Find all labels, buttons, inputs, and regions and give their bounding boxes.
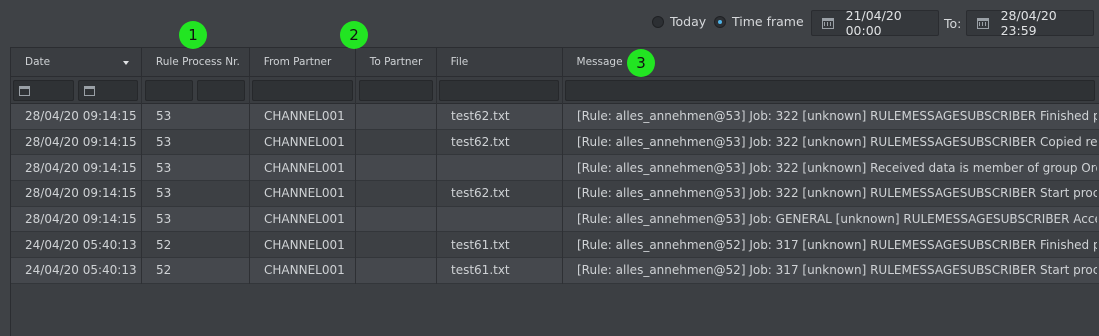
- cell-message: [Rule: alles_annehmen@53] Job: 322 [unkn…: [577, 186, 1097, 201]
- cell-date: 28/04/20 09:14:15: [25, 160, 137, 175]
- column-divider: [562, 77, 563, 284]
- date-from-filter[interactable]: [13, 80, 74, 101]
- cell-to-partner: [370, 155, 432, 180]
- cell-date: 28/04/20 09:14:15: [25, 135, 137, 150]
- cell-file: [451, 155, 559, 180]
- cell-from-partner: CHANNEL001: [264, 212, 345, 227]
- rule-from-filter[interactable]: [145, 80, 193, 101]
- cell-to-partner: [370, 104, 432, 129]
- to-partner-filter[interactable]: [359, 80, 433, 101]
- date-to-filter[interactable]: [78, 80, 138, 101]
- cell-from-partner: CHANNEL001: [264, 263, 345, 278]
- log-table: Date Rule Process Nr. From Partner To Pa…: [10, 47, 1099, 336]
- cell-from-partner: CHANNEL001: [264, 135, 345, 150]
- annotation-badge-1: 1: [179, 21, 207, 49]
- column-divider: [436, 77, 437, 284]
- radio-unchecked-icon: [652, 15, 664, 28]
- table-header: Date Rule Process Nr. From Partner To Pa…: [11, 47, 1099, 77]
- cell-rule-process: 53: [156, 212, 172, 227]
- column-header-to-partner[interactable]: To Partner: [356, 48, 437, 76]
- cell-from-partner: CHANNEL001: [264, 109, 345, 124]
- cell-from-partner: CHANNEL001: [264, 186, 345, 201]
- cell-to-partner: [370, 130, 432, 155]
- cell-message: [Rule: alles_annehmen@53] Job: 322 [unkn…: [577, 160, 1097, 175]
- cell-date: 28/04/20 09:14:15: [25, 109, 137, 124]
- table-row[interactable]: 28/04/20 09:14:15 53 CHANNEL001 [Rule: alle…: [11, 155, 1099, 182]
- today-radio[interactable]: Today: [652, 14, 706, 29]
- cell-to-partner: [370, 207, 432, 232]
- cell-message: [Rule: alles_annehmen@53] Job: GENERAL […: [577, 212, 1097, 227]
- column-header-from-partner[interactable]: From Partner: [250, 48, 356, 76]
- cell-from-partner: CHANNEL001: [264, 237, 345, 252]
- column-divider: [141, 77, 142, 284]
- column-header-file[interactable]: File: [437, 48, 563, 76]
- cell-date: 24/04/20 05:40:13: [25, 237, 137, 252]
- cell-message: [Rule: alles_annehmen@53] Job: 322 [unkn…: [577, 109, 1097, 124]
- cell-date: 28/04/20 09:14:15: [25, 186, 137, 201]
- time-filter-bar: Today Time frame 21/04/20 00:00 To: 28/0…: [0, 0, 1099, 47]
- cell-file: test61.txt: [451, 263, 510, 278]
- message-filter[interactable]: [565, 80, 1095, 101]
- rule-to-filter[interactable]: [197, 80, 245, 101]
- table-body: 28/04/20 09:14:15 53 CHANNEL001 test62.txt […: [11, 104, 1099, 284]
- cell-rule-process: 53: [156, 109, 172, 124]
- column-header-rule-process[interactable]: Rule Process Nr.: [142, 48, 250, 76]
- timeframe-radio[interactable]: Time frame: [714, 14, 804, 29]
- column-divider: [355, 77, 356, 284]
- table-row[interactable]: 28/04/20 09:14:15 53 CHANNEL001 test62.txt […: [11, 181, 1099, 207]
- cell-file: test62.txt: [451, 186, 510, 201]
- cell-rule-process: 52: [156, 237, 172, 252]
- calendar-icon[interactable]: [822, 17, 834, 29]
- cell-from-partner: CHANNEL001: [264, 160, 345, 175]
- sort-desc-icon[interactable]: [122, 61, 129, 65]
- cell-date: 24/04/20 05:40:13: [25, 263, 137, 278]
- to-date-value: 28/04/20 23:59: [1000, 8, 1057, 38]
- cell-file: test62.txt: [451, 135, 510, 150]
- cell-to-partner: [370, 181, 432, 206]
- today-label: Today: [670, 14, 707, 29]
- cell-file: test61.txt: [451, 237, 510, 252]
- cell-rule-process: 53: [156, 160, 172, 175]
- cell-message: [Rule: alles_annehmen@52] Job: 317 [unkn…: [577, 263, 1097, 278]
- calendar-icon[interactable]: [84, 86, 95, 96]
- from-date-field[interactable]: 21/04/20 00:00: [811, 8, 939, 38]
- from-partner-filter[interactable]: [252, 80, 353, 101]
- cell-message: [Rule: alles_annehmen@52] Job: 317 [unkn…: [577, 237, 1097, 252]
- file-filter[interactable]: [439, 80, 559, 101]
- calendar-icon[interactable]: [19, 86, 30, 96]
- calendar-icon[interactable]: [977, 17, 989, 29]
- to-label: To:: [944, 16, 962, 31]
- timeframe-label: Time frame: [732, 14, 804, 29]
- table-row[interactable]: 28/04/20 09:14:15 53 CHANNEL001 test62.txt […: [11, 104, 1099, 130]
- annotation-badge-2: 2: [340, 21, 368, 49]
- cell-message: [Rule: alles_annehmen@53] Job: 322 [unkn…: [577, 135, 1097, 150]
- column-divider: [249, 77, 250, 284]
- annotation-badge-3: 3: [627, 49, 655, 77]
- to-date-field[interactable]: 28/04/20 23:59: [966, 8, 1094, 38]
- cell-to-partner: [370, 258, 432, 283]
- column-header-date[interactable]: Date: [11, 48, 142, 76]
- cell-date: 28/04/20 09:14:15: [25, 212, 137, 227]
- from-date-value: 21/04/20 00:00: [845, 8, 902, 38]
- cell-rule-process: 52: [156, 263, 172, 278]
- cell-file: [451, 207, 559, 232]
- filter-row: [11, 77, 1099, 104]
- cell-file: test62.txt: [451, 109, 510, 124]
- cell-to-partner: [370, 232, 432, 257]
- cell-rule-process: 53: [156, 135, 172, 150]
- table-row[interactable]: 24/04/20 05:40:13 52 CHANNEL001 test61.txt […: [11, 258, 1099, 284]
- table-row[interactable]: 28/04/20 09:14:15 53 CHANNEL001 test62.txt […: [11, 129, 1099, 156]
- table-row[interactable]: 24/04/20 05:40:13 52 CHANNEL001 test61.txt […: [11, 232, 1099, 259]
- cell-rule-process: 53: [156, 186, 172, 201]
- radio-checked-icon: [714, 15, 726, 28]
- table-row[interactable]: 28/04/20 09:14:15 53 CHANNEL001 [Rule: alle…: [11, 206, 1099, 233]
